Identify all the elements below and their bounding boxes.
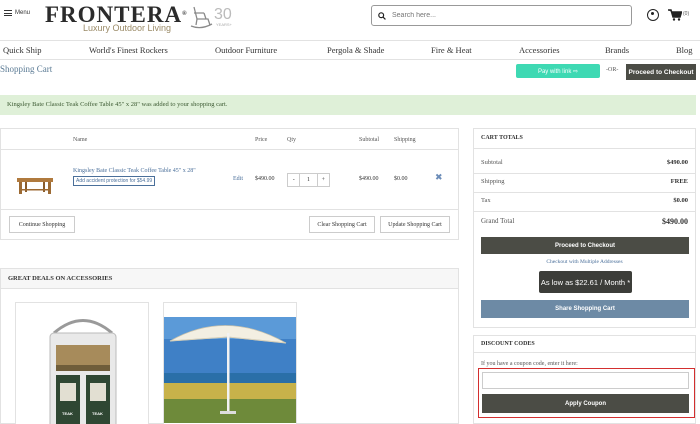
pay-with-link-button[interactable]: Pay with link ⇨ xyxy=(516,64,600,78)
grand-total-value: $490.00 xyxy=(662,217,688,226)
share-cart-button[interactable]: Share Shopping Cart xyxy=(481,300,689,318)
divider xyxy=(474,211,695,212)
nav-fire-heat[interactable]: Fire & Heat xyxy=(431,45,472,55)
search-icon xyxy=(378,11,386,20)
rocking-chair-icon xyxy=(190,6,213,29)
qty-increase-button[interactable]: + xyxy=(318,174,329,186)
site-header: Menu FRONTERA® Luxury Outdoor Living 30 … xyxy=(0,0,700,40)
search-input[interactable] xyxy=(392,12,612,19)
item-price: $490.00 xyxy=(255,176,275,182)
update-cart-button[interactable]: Update Shopping Cart xyxy=(380,216,450,233)
menu-label: Menu xyxy=(15,10,31,16)
success-message: Kingsley Bate Classic Teak Coffee Table … xyxy=(0,95,696,115)
subtotal-value: $490.00 xyxy=(666,159,688,166)
coupon-highlight: Apply Coupon xyxy=(478,368,695,418)
umbrella-image xyxy=(164,317,296,423)
nav-outdoor-furniture[interactable]: Outdoor Furniture xyxy=(215,45,277,55)
discount-hint: If you have a coupon code, enter it here… xyxy=(481,361,578,367)
edit-link[interactable]: Edit xyxy=(233,176,243,182)
apply-coupon-button[interactable]: Apply Coupon xyxy=(482,394,689,413)
logo-registered-mark: ® xyxy=(182,11,188,17)
divider xyxy=(474,173,695,174)
tax-label: Tax xyxy=(481,197,491,204)
quantity-stepper: - 1 + xyxy=(287,173,330,187)
col-price: Price xyxy=(255,137,268,143)
page-title: Shopping Cart xyxy=(0,64,53,74)
menu-button[interactable]: Menu xyxy=(4,10,30,16)
search-box[interactable] xyxy=(371,5,632,26)
qty-decrease-button[interactable]: - xyxy=(288,174,301,186)
qty-input[interactable]: 1 xyxy=(300,174,318,186)
multi-address-checkout-link[interactable]: Checkout with Multiple Addresses xyxy=(474,259,695,265)
subtotal-row: Subtotal $490.00 xyxy=(481,159,688,166)
shipping-label: Shipping xyxy=(481,178,505,185)
continue-shopping-button[interactable]: Continue Shopping xyxy=(9,216,75,233)
nav-blog[interactable]: Blog xyxy=(676,45,693,55)
proceed-checkout-top-button[interactable]: Proceed to Checkout xyxy=(626,64,696,80)
tax-value: $0.00 xyxy=(673,197,688,204)
col-subtotal: Subtotal xyxy=(359,137,380,143)
anniversary-sub: YEARS+ xyxy=(216,22,232,27)
item-shipping: $0.00 xyxy=(394,176,408,182)
item-subtotal: $490.00 xyxy=(359,176,379,182)
financing-badge[interactable]: As low as $22.61 / Month * xyxy=(539,271,632,293)
shipping-value: FREE xyxy=(670,178,688,185)
add-protection-button[interactable]: Add accident protection for $54.99 xyxy=(73,176,156,186)
site-logo[interactable]: FRONTERA® Luxury Outdoor Living xyxy=(45,3,186,33)
clear-cart-button[interactable]: Clear Shopping Cart xyxy=(309,216,375,233)
tax-row: Tax $0.00 xyxy=(481,197,688,204)
proceed-checkout-button[interactable]: Proceed to Checkout xyxy=(481,237,689,254)
cart-totals-panel: CART TOTALS Subtotal $490.00 Shipping FR… xyxy=(473,128,696,328)
deal-card-umbrella[interactable] xyxy=(163,302,297,424)
nav-quick-ship[interactable]: Quick Ship xyxy=(3,45,42,55)
divider xyxy=(474,192,695,193)
cart-totals-heading: CART TOTALS xyxy=(474,129,695,149)
nav-rockers[interactable]: World's Finest Rockers xyxy=(89,45,168,55)
col-name: Name xyxy=(73,137,88,143)
cart-table: Name Price Qty Subtotal Shipping Kingsle… xyxy=(0,128,459,240)
grand-total-row: Grand Total $490.00 xyxy=(481,217,688,226)
remove-item-icon[interactable]: ✖ xyxy=(435,173,443,183)
col-qty: Qty xyxy=(287,137,296,143)
teak-care-kit-image xyxy=(49,319,117,424)
divider xyxy=(1,209,458,210)
subtotal-label: Subtotal xyxy=(481,159,503,166)
or-separator: -OR- xyxy=(606,67,619,73)
divider xyxy=(1,149,458,150)
nav-brands[interactable]: Brands xyxy=(605,45,629,55)
teak-can-label-right: TEAK xyxy=(92,411,103,416)
logo-tagline: Luxury Outdoor Living xyxy=(83,23,172,33)
nav-accessories[interactable]: Accessories xyxy=(519,45,560,55)
col-shipping: Shipping xyxy=(394,137,416,143)
hamburger-icon xyxy=(4,10,12,16)
grand-total-label: Grand Total xyxy=(481,217,515,225)
nav-pergola-shade[interactable]: Pergola & Shade xyxy=(327,45,384,55)
teak-can-label-left: TEAK xyxy=(62,411,73,416)
deals-heading: GREAT DEALS ON ACCESSORIES xyxy=(1,269,458,289)
discount-heading: DISCOUNT CODES xyxy=(474,336,695,353)
cart-count: (0) xyxy=(683,11,690,17)
shipping-row: Shipping FREE xyxy=(481,178,688,185)
deals-panel: GREAT DEALS ON ACCESSORIES TEAK TEAK xyxy=(0,268,459,424)
account-icon[interactable] xyxy=(647,9,659,21)
product-image[interactable] xyxy=(15,173,55,195)
deal-card-teak-care[interactable]: TEAK TEAK xyxy=(15,302,149,424)
product-name-link[interactable]: Kingsley Bate Classic Teak Coffee Table … xyxy=(73,168,223,174)
coupon-code-input[interactable] xyxy=(482,372,689,389)
cart-icon[interactable] xyxy=(668,9,682,21)
main-nav: Quick Ship World's Finest Rockers Outdoo… xyxy=(0,40,700,60)
